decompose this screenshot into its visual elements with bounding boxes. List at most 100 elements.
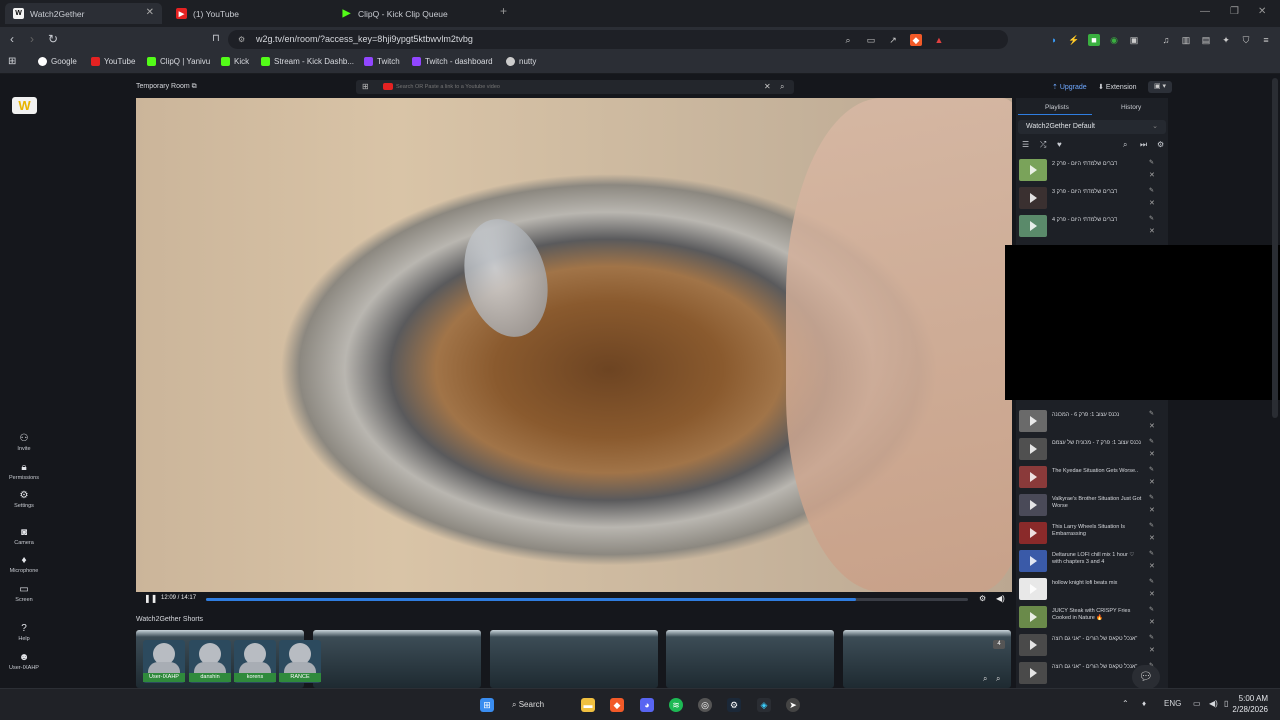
heart-icon[interactable]: ♥ [1057,140,1062,149]
extension-2-icon[interactable]: ⚡ [1068,34,1080,46]
playlist-item[interactable]: דברים שלמדתי היום - פרק 3 ✎ ✕ [1019,187,1159,211]
list-icon[interactable]: ☰ [1022,140,1029,149]
short-card[interactable] [313,630,481,688]
media-icon[interactable]: ♫ [1160,34,1172,46]
brave-shield-icon[interactable]: ◆ [910,34,922,46]
gear-icon[interactable]: ⚙ [979,594,986,603]
remove-icon[interactable]: ✕ [1149,506,1155,514]
bookmark-twitch[interactable]: Twitch [364,57,400,66]
remove-icon[interactable]: ✕ [1149,450,1155,458]
playlist-item[interactable]: אנכל טקאס של הורים - "אני גם רוצה" ✎ ✕ [1019,634,1159,658]
playlist-item[interactable]: דברים שלמדתי היום - פרק 4 ✎ ✕ [1019,215,1159,239]
edit-icon[interactable]: ✎ [1149,438,1154,445]
edit-icon[interactable]: ✎ [1149,466,1154,473]
brave-rewards-icon[interactable]: ▲ [933,34,945,46]
bookmark-nutty[interactable]: nutty [506,57,536,66]
edit-icon[interactable]: ✎ [1149,522,1154,529]
extension-5-icon[interactable]: ▣ [1128,34,1140,46]
remove-icon[interactable]: ✕ [1149,562,1155,570]
playlist-item[interactable]: Valkyrae's Brother Situation Just Got Wo… [1019,494,1159,518]
remove-icon[interactable]: ✕ [1149,171,1155,179]
remove-icon[interactable]: ✕ [1149,227,1155,235]
network-icon[interactable]: ▭ [1193,699,1201,708]
search-icon[interactable]: ⌕ [1123,140,1127,150]
menu-icon[interactable]: ≡ [1260,34,1272,46]
video-player[interactable] [136,98,1012,592]
minimize-icon[interactable]: — [1200,6,1210,17]
help-button[interactable]: ? Help [0,623,48,642]
playlist-item[interactable]: JUICY Steak with CRISPY Fries Cooked in … [1019,606,1159,630]
extension-1-icon[interactable]: ◗ [1048,34,1060,46]
maximize-icon[interactable]: ❐ [1230,6,1239,17]
skip-icon[interactable]: ⏭ [1140,140,1147,150]
remove-icon[interactable]: ✕ [1149,422,1155,430]
bookmark-google[interactable]: Google [38,57,77,66]
grid-icon[interactable]: ⊞ [362,82,369,91]
back-icon[interactable]: ‹ [10,32,14,46]
edit-icon[interactable]: ✎ [1149,578,1154,585]
search-icon[interactable]: ⌕ [780,82,784,92]
shuffle-icon[interactable]: ⤮ [1040,140,1046,150]
layout-toggle[interactable]: ▣ ▾ [1148,81,1172,93]
page-scrollbar[interactable] [1272,78,1278,418]
zoom-in-icon[interactable]: ⌕ [996,674,1000,684]
edit-icon[interactable]: ✎ [1149,159,1154,166]
zoom-out-icon[interactable]: ⌕ [983,674,987,684]
gear-icon[interactable]: ⚙ [1157,140,1164,149]
progress-bar[interactable] [206,598,968,601]
playlist-item[interactable]: The Kyedae Situation Gets Worse.. ✎ ✕ [1019,466,1159,490]
search-input[interactable] [396,81,756,93]
volume-icon[interactable]: ◀) [996,594,1005,603]
edit-icon[interactable]: ✎ [1149,550,1154,557]
extension-link[interactable]: ⬇ Extension [1098,83,1137,91]
vpn-icon[interactable]: ⛉ [1240,34,1252,46]
playlist-item[interactable]: hollow knight lofi beats mix ✎ ✕ [1019,578,1159,602]
tab-history[interactable]: History [1121,104,1141,111]
wallet-icon[interactable]: ▤ [1200,34,1212,46]
language-indicator[interactable]: ENG [1164,699,1181,708]
chat-icon[interactable]: 💬︎ [1132,665,1160,689]
playlist-item[interactable]: נכנס עצוב 1: פרק 7 - מכונית של עצמם ✎ ✕ [1019,438,1159,462]
edit-icon[interactable]: ✎ [1149,215,1154,222]
bookmark-icon[interactable]: ⊓ [212,33,220,44]
share-icon[interactable]: ↗ [887,34,899,46]
remove-icon[interactable]: ✕ [1149,534,1155,542]
tab-youtube[interactable]: ▶ (1) YouTube [168,3,328,24]
user-tile[interactable]: RANCE [279,640,321,683]
forward-icon[interactable]: › [30,32,34,46]
reload-icon[interactable]: ↻ [48,32,58,46]
playlist-item[interactable]: Deltarune LOFI chill mix 1 hour ♡ with c… [1019,550,1159,574]
bookmark-kick-dashboard[interactable]: Stream - Kick Dashb... [261,57,354,66]
remove-icon[interactable]: ✕ [1149,478,1155,486]
room-name[interactable]: Temporary Room ⧉ [136,83,197,91]
discord-icon[interactable]: ◕ [640,698,654,712]
site-info-icon[interactable]: ⚙ [238,30,245,49]
edit-icon[interactable]: ✎ [1149,410,1154,417]
remove-icon[interactable]: ✕ [1149,199,1155,207]
tab-playlists[interactable]: Playlists [1045,104,1069,111]
playlist-select[interactable]: Watch2Gether Default ⌄ [1018,120,1166,134]
playlist-item[interactable]: This Larry Wheels Situation Is Embarrass… [1019,522,1159,546]
taskbar-search[interactable]: ⌕ Search [512,695,562,715]
file-explorer-icon[interactable]: ▬ [581,698,595,712]
user-tile[interactable]: User-IXAHP [143,640,185,683]
upgrade-link[interactable]: ⇡ Upgrade [1052,83,1087,91]
microphone-icon[interactable]: ♦ [1142,699,1146,708]
bookmark-kick[interactable]: Kick [221,57,249,66]
close-window-icon[interactable]: ✕ [1258,6,1266,17]
settings-button[interactable]: ⚙ Settings [0,490,48,509]
camera-button[interactable]: ◙ Camera [0,527,48,546]
edit-icon[interactable]: ✎ [1149,494,1154,501]
microphone-button[interactable]: ♦ Microphone [0,555,48,574]
edit-icon[interactable]: ✎ [1149,634,1154,641]
remove-icon[interactable]: ✕ [1149,646,1155,654]
w2g-logo[interactable]: W [12,97,37,114]
clear-icon[interactable]: ✕ [764,82,771,91]
bookmark-clipq[interactable]: ClipQ | Yanivu [147,57,210,66]
user-button[interactable]: ☻ User-IXAHP [0,652,48,671]
app-2-icon[interactable]: ➤ [786,698,800,712]
playlist-item[interactable]: נכנס עצוב 1: פרק 6 - המכונה ✎ ✕ [1019,410,1159,434]
remove-icon[interactable]: ✕ [1149,590,1155,598]
pause-icon[interactable]: ❚❚ [144,594,157,603]
permissions-button[interactable]: 🔒︎ Permissions [0,462,48,481]
